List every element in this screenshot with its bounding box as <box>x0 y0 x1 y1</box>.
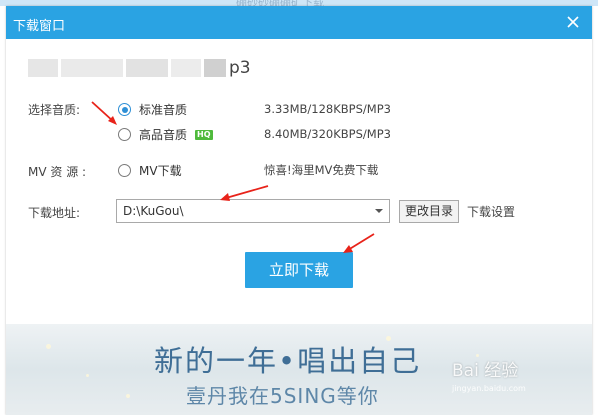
download-path-value: D:\KuGou\ <box>123 204 184 218</box>
dialog-title: 下载窗口 <box>13 19 66 34</box>
quality-option-label: 高品音质 <box>139 128 188 142</box>
blurred-filename-part <box>204 59 226 77</box>
blurred-filename-part <box>61 59 123 77</box>
sparkle <box>126 394 130 398</box>
mv-option-label: MV下载 <box>139 164 182 178</box>
path-label: 下载地址: <box>28 206 81 220</box>
title-bar: 下载窗口 <box>6 6 592 39</box>
mv-promo-text: 惊喜!海里MV免费下载 <box>264 163 379 177</box>
song-filename: p3 <box>28 58 251 78</box>
dropdown-arrow-icon[interactable] <box>369 200 389 222</box>
download-path-select[interactable]: D:\KuGou\ <box>116 199 390 223</box>
sparkle <box>46 344 51 349</box>
annotation-arrow <box>343 233 375 253</box>
sparkle <box>86 374 89 377</box>
quality-info-standard: 3.33MB/128KBPS/MP3 <box>264 102 391 116</box>
banner-headline: 新的一年•唱出自己 <box>154 344 422 378</box>
baidu-watermark-url: jingyan.baidu.com <box>452 384 526 393</box>
quality-label: 选择音质: <box>28 103 81 117</box>
hq-badge: HQ <box>195 129 213 140</box>
quality-info-high: 8.40MB/320KBPS/MP3 <box>264 127 391 141</box>
download-now-button[interactable]: 立即下载 <box>245 252 353 288</box>
quality-option-label: 标准音质 <box>139 103 188 117</box>
baidu-watermark: Bai 经验 <box>452 361 519 381</box>
radio-selected[interactable] <box>118 103 131 116</box>
filename-suffix: p3 <box>229 58 251 78</box>
banner-subline: 壹丹我在5SING等你 <box>186 384 379 408</box>
download-dialog: 下载窗口 p3 选择音质: 标准音质 3.33MB/128KBPS/MP3 高品… <box>6 6 592 415</box>
quality-option-high[interactable]: 高品音质 HQ <box>118 126 213 143</box>
mv-download-option[interactable]: MV下载 <box>118 162 182 179</box>
close-icon[interactable] <box>562 11 584 33</box>
blurred-filename-part <box>126 59 168 77</box>
change-directory-button[interactable]: 更改目录 <box>399 200 460 223</box>
radio-unselected[interactable] <box>118 164 131 177</box>
download-settings-link[interactable]: 下载设置 <box>467 203 515 220</box>
quality-option-standard[interactable]: 标准音质 <box>118 101 187 118</box>
blurred-filename-part <box>171 59 201 77</box>
mv-label: MV 资 源 : <box>28 165 87 179</box>
radio-unselected[interactable] <box>118 128 131 141</box>
annotation-arrow <box>91 101 117 125</box>
blurred-filename-part <box>28 59 58 77</box>
